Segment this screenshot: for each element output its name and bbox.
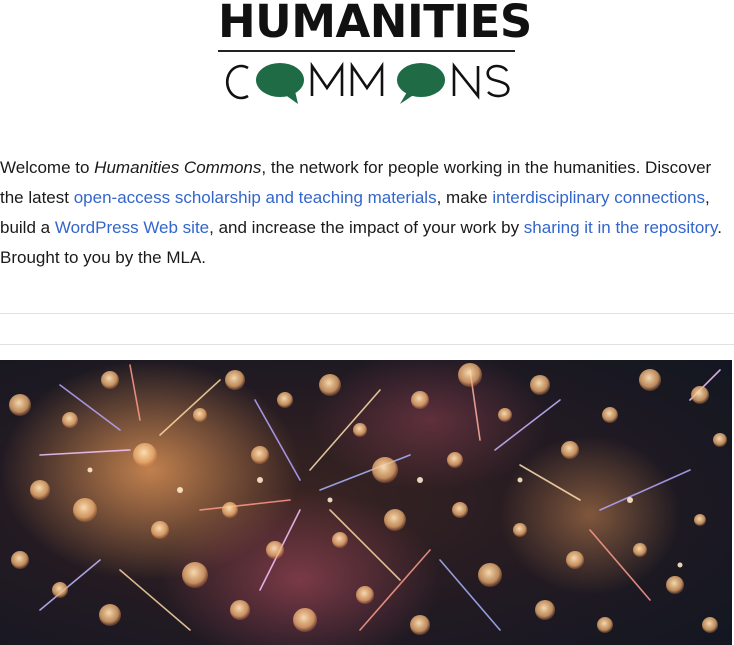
logo-divider [218, 50, 515, 52]
connections-link[interactable]: interdisciplinary connections [492, 188, 705, 207]
section-divider [0, 313, 734, 314]
intro-text: Welcome to [0, 158, 95, 177]
repository-link[interactable]: sharing it in the repository [524, 218, 717, 237]
site-name: Humanities Commons [94, 158, 262, 177]
logo-wordmark-humanities: HUMANITIES [218, 0, 532, 48]
intro-text: , and increase the impact of your work b… [209, 218, 524, 237]
scholarship-link[interactable]: open-access scholarship and teaching mat… [74, 188, 437, 207]
site-logo[interactable]: HUMANITIES COMMONS [218, 0, 532, 110]
intro-text: , make [436, 188, 493, 207]
fireworks-hero-image [0, 360, 732, 645]
speech-bubble-icon [397, 63, 445, 104]
section-divider [0, 344, 734, 345]
intro-paragraph: Welcome to Humanities Commons, the netwo… [0, 153, 722, 273]
logo-wordmark-commons [225, 61, 510, 104]
wordpress-link[interactable]: WordPress Web site [55, 218, 209, 237]
speech-bubble-icon [256, 63, 304, 104]
